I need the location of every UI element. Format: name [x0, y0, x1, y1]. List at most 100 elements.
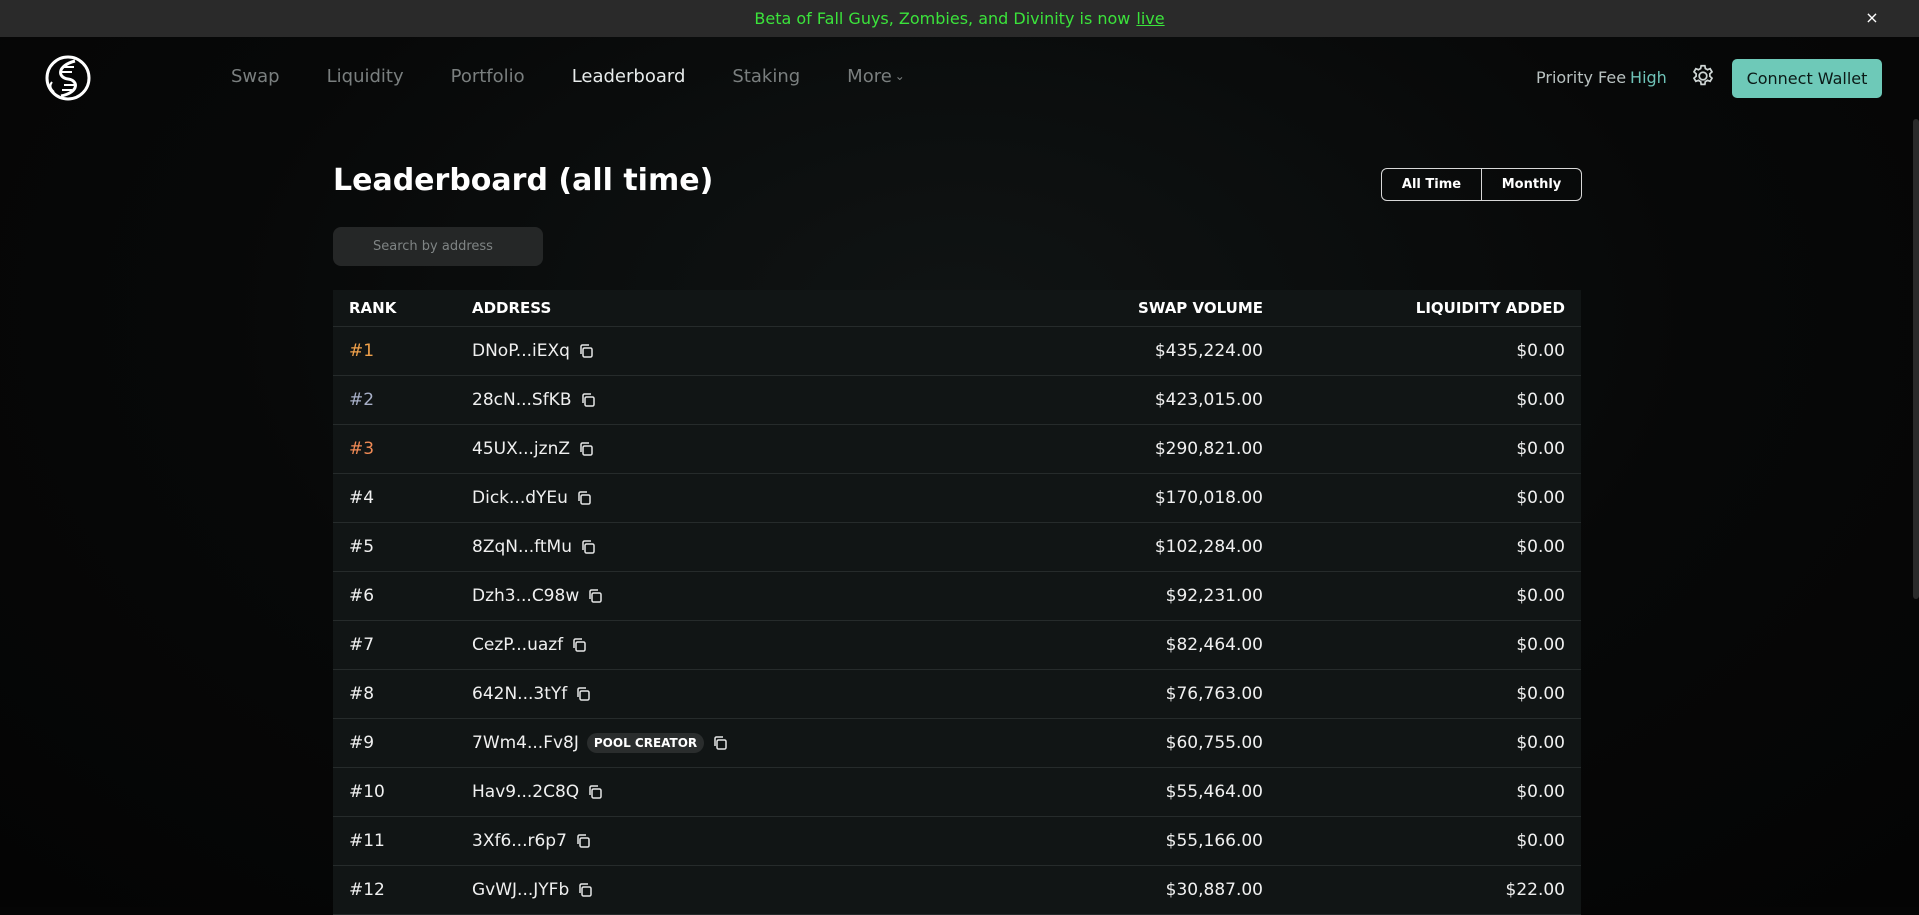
connect-wallet-button[interactable]: Connect Wallet [1732, 59, 1882, 98]
wallet-address: 3Xf6...r6p7 [472, 831, 567, 851]
liquidity-added-cell: $0.00 [1516, 684, 1565, 704]
rank-cell: #11 [349, 831, 385, 851]
copy-icon[interactable] [576, 490, 592, 506]
swap-volume-cell: $55,464.00 [1165, 782, 1263, 802]
copy-icon[interactable] [575, 686, 591, 702]
address-cell: Dick...dYEu [472, 488, 982, 508]
page-title: Leaderboard (all time) [333, 163, 714, 198]
swap-volume-cell: $30,887.00 [1165, 880, 1263, 900]
address-cell: 642N...3tYf [472, 684, 982, 704]
wallet-address: 45UX...jznZ [472, 439, 570, 459]
address-cell: 3Xf6...r6p7 [472, 831, 982, 851]
table-row: #8 642N...3tYf $76,763.00 $0.00 [333, 670, 1581, 719]
wallet-address: Hav9...2C8Q [472, 782, 580, 802]
gear-icon[interactable] [1690, 63, 1716, 89]
swap-volume-cell: $423,015.00 [1154, 390, 1263, 410]
page-scrollbar[interactable] [1913, 119, 1919, 599]
rank-cell: #4 [349, 488, 375, 508]
nav-staking[interactable]: Staking [732, 66, 800, 87]
swap-volume-cell: $435,224.00 [1154, 341, 1263, 361]
nav-more[interactable]: More ⌄ [847, 66, 905, 87]
address-cell: CezP...uazf [472, 635, 982, 655]
swap-volume-cell: $290,821.00 [1154, 439, 1263, 459]
top-header: Swap Liquidity Portfolio Leaderboard Sta… [0, 37, 1919, 119]
search-input[interactable] [333, 227, 543, 266]
rank-cell: #5 [349, 537, 375, 557]
copy-icon[interactable] [580, 539, 596, 555]
nav-portfolio[interactable]: Portfolio [451, 66, 525, 87]
table-row: #11 3Xf6...r6p7 $55,166.00 $0.00 [333, 817, 1581, 866]
copy-icon[interactable] [571, 637, 587, 653]
header-liquidity-added: LIQUIDITY ADDED [1415, 299, 1565, 317]
table-row: #1 DNoP...iEXq $435,224.00 $0.00 [333, 327, 1581, 376]
rank-cell: #3 [349, 439, 375, 459]
address-cell: 8ZqN...ftMu [472, 537, 982, 557]
liquidity-added-cell: $22.00 [1505, 880, 1565, 900]
copy-icon[interactable] [587, 784, 603, 800]
address-cell: 28cN...SfKB [472, 390, 982, 410]
swap-volume-cell: $170,018.00 [1154, 488, 1263, 508]
address-cell: GvWJ...JYFb [472, 880, 982, 900]
rank-cell: #9 [349, 733, 375, 753]
toggle-all-time[interactable]: All Time [1382, 169, 1481, 200]
liquidity-added-cell: $0.00 [1516, 488, 1565, 508]
table-row: #7 CezP...uazf $82,464.00 $0.00 [333, 621, 1581, 670]
copy-icon[interactable] [712, 735, 728, 751]
leaderboard-table: RANK ADDRESS SWAP VOLUME LIQUIDITY ADDED… [333, 290, 1581, 915]
swap-volume-cell: $82,464.00 [1165, 635, 1263, 655]
wallet-address: Dick...dYEu [472, 488, 568, 508]
priority-fee-selector[interactable]: Priority Fee High [1536, 68, 1667, 87]
liquidity-added-cell: $0.00 [1516, 586, 1565, 606]
nav-more-label: More [847, 66, 892, 87]
address-cell: DNoP...iEXq [472, 341, 982, 361]
address-cell: Hav9...2C8Q [472, 782, 982, 802]
liquidity-added-cell: $0.00 [1516, 733, 1565, 753]
rank-cell: #6 [349, 586, 375, 606]
swap-volume-cell: $92,231.00 [1165, 586, 1263, 606]
liquidity-added-cell: $0.00 [1516, 635, 1565, 655]
liquidity-added-cell: $0.00 [1516, 782, 1565, 802]
copy-icon[interactable] [578, 441, 594, 457]
header-address: ADDRESS [472, 299, 552, 317]
table-row: #3 45UX...jznZ $290,821.00 $0.00 [333, 425, 1581, 474]
table-row: #10 Hav9...2C8Q $55,464.00 $0.00 [333, 768, 1581, 817]
wallet-address: 8ZqN...ftMu [472, 537, 572, 557]
priority-fee-level: High [1630, 68, 1667, 87]
table-row: #9 7Wm4...Fv8J POOL CREATOR $60,755.00 $0.00 [333, 719, 1581, 768]
rank-cell: #2 [349, 390, 375, 410]
copy-icon[interactable] [575, 833, 591, 849]
nav-leaderboard[interactable]: Leaderboard [572, 66, 686, 87]
wallet-address: Dzh3...C98w [472, 586, 580, 606]
wallet-address: CezP...uazf [472, 635, 564, 655]
swap-volume-cell: $55,166.00 [1165, 831, 1263, 851]
liquidity-added-cell: $0.00 [1516, 537, 1565, 557]
nav-swap[interactable]: Swap [231, 66, 280, 87]
liquidity-added-cell: $0.00 [1516, 439, 1565, 459]
liquidity-added-cell: $0.00 [1516, 341, 1565, 361]
copy-icon[interactable] [580, 392, 596, 408]
copy-icon[interactable] [578, 343, 594, 359]
chevron-down-icon: ⌄ [894, 69, 905, 83]
priority-fee-label: Priority Fee [1536, 68, 1627, 87]
rank-cell: #7 [349, 635, 375, 655]
rank-cell: #10 [349, 782, 385, 802]
wallet-address: 642N...3tYf [472, 684, 568, 704]
copy-icon[interactable] [587, 588, 603, 604]
swap-volume-cell: $76,763.00 [1165, 684, 1263, 704]
banner-live-link[interactable]: live [1136, 9, 1164, 28]
table-row: #2 28cN...SfKB $423,015.00 $0.00 [333, 376, 1581, 425]
wallet-address: 28cN...SfKB [472, 390, 572, 410]
main-nav: Swap Liquidity Portfolio Leaderboard Sta… [231, 66, 952, 87]
table-row: #5 8ZqN...ftMu $102,284.00 $0.00 [333, 523, 1581, 572]
dna-s-logo-icon[interactable] [44, 52, 92, 104]
toggle-monthly[interactable]: Monthly [1481, 169, 1581, 200]
table-row: #6 Dzh3...C98w $92,231.00 $0.00 [333, 572, 1581, 621]
close-icon[interactable]: × [1863, 9, 1881, 27]
copy-icon[interactable] [577, 882, 593, 898]
rank-cell: #8 [349, 684, 375, 704]
liquidity-added-cell: $0.00 [1516, 831, 1565, 851]
table-body: #1 DNoP...iEXq $435,224.00 $0.00 #2 28cN...Sf… [333, 327, 1581, 915]
rank-cell: #12 [349, 880, 385, 900]
header-rank: RANK [349, 299, 397, 317]
nav-liquidity[interactable]: Liquidity [327, 66, 404, 87]
